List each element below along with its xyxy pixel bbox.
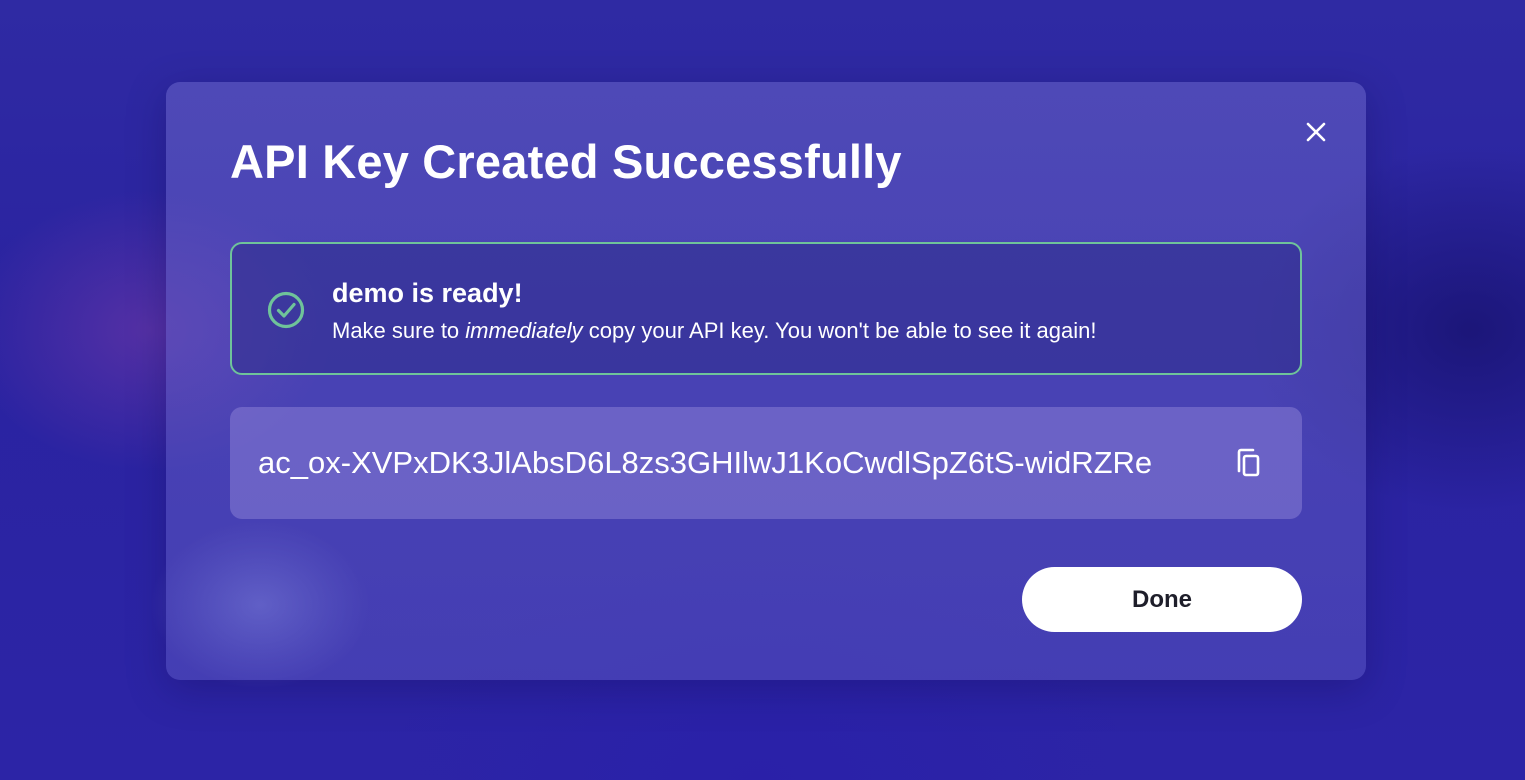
close-icon xyxy=(1306,122,1326,142)
alert-message: Make sure to immediately copy your API k… xyxy=(332,316,1096,346)
alert-message-emphasis: immediately xyxy=(465,318,583,343)
copy-icon xyxy=(1237,448,1260,477)
alert-heading: demo is ready! xyxy=(332,278,523,308)
api-key-value[interactable]: ac_ox-XVPxDK3JlAbsD6L8zs3GHIlwJ1KoCwdlSp… xyxy=(258,441,1208,485)
api-key-field[interactable]: ac_ox-XVPxDK3JlAbsD6L8zs3GHIlwJ1KoCwdlSp… xyxy=(230,407,1302,519)
alert-message-lead: Make sure to xyxy=(332,318,466,343)
alert-message-rest: copy your API key. You won't be able to … xyxy=(582,318,1097,343)
copy-button[interactable] xyxy=(1230,444,1266,482)
check-circle-icon xyxy=(267,291,305,329)
api-key-created-dialog: API Key Created Successfully demo is rea… xyxy=(166,82,1366,680)
dialog-title: API Key Created Successfully xyxy=(230,135,902,188)
success-alert: demo is ready! Make sure to immediately … xyxy=(230,242,1302,375)
close-button[interactable] xyxy=(1302,118,1330,146)
done-button[interactable]: Done xyxy=(1022,567,1302,632)
